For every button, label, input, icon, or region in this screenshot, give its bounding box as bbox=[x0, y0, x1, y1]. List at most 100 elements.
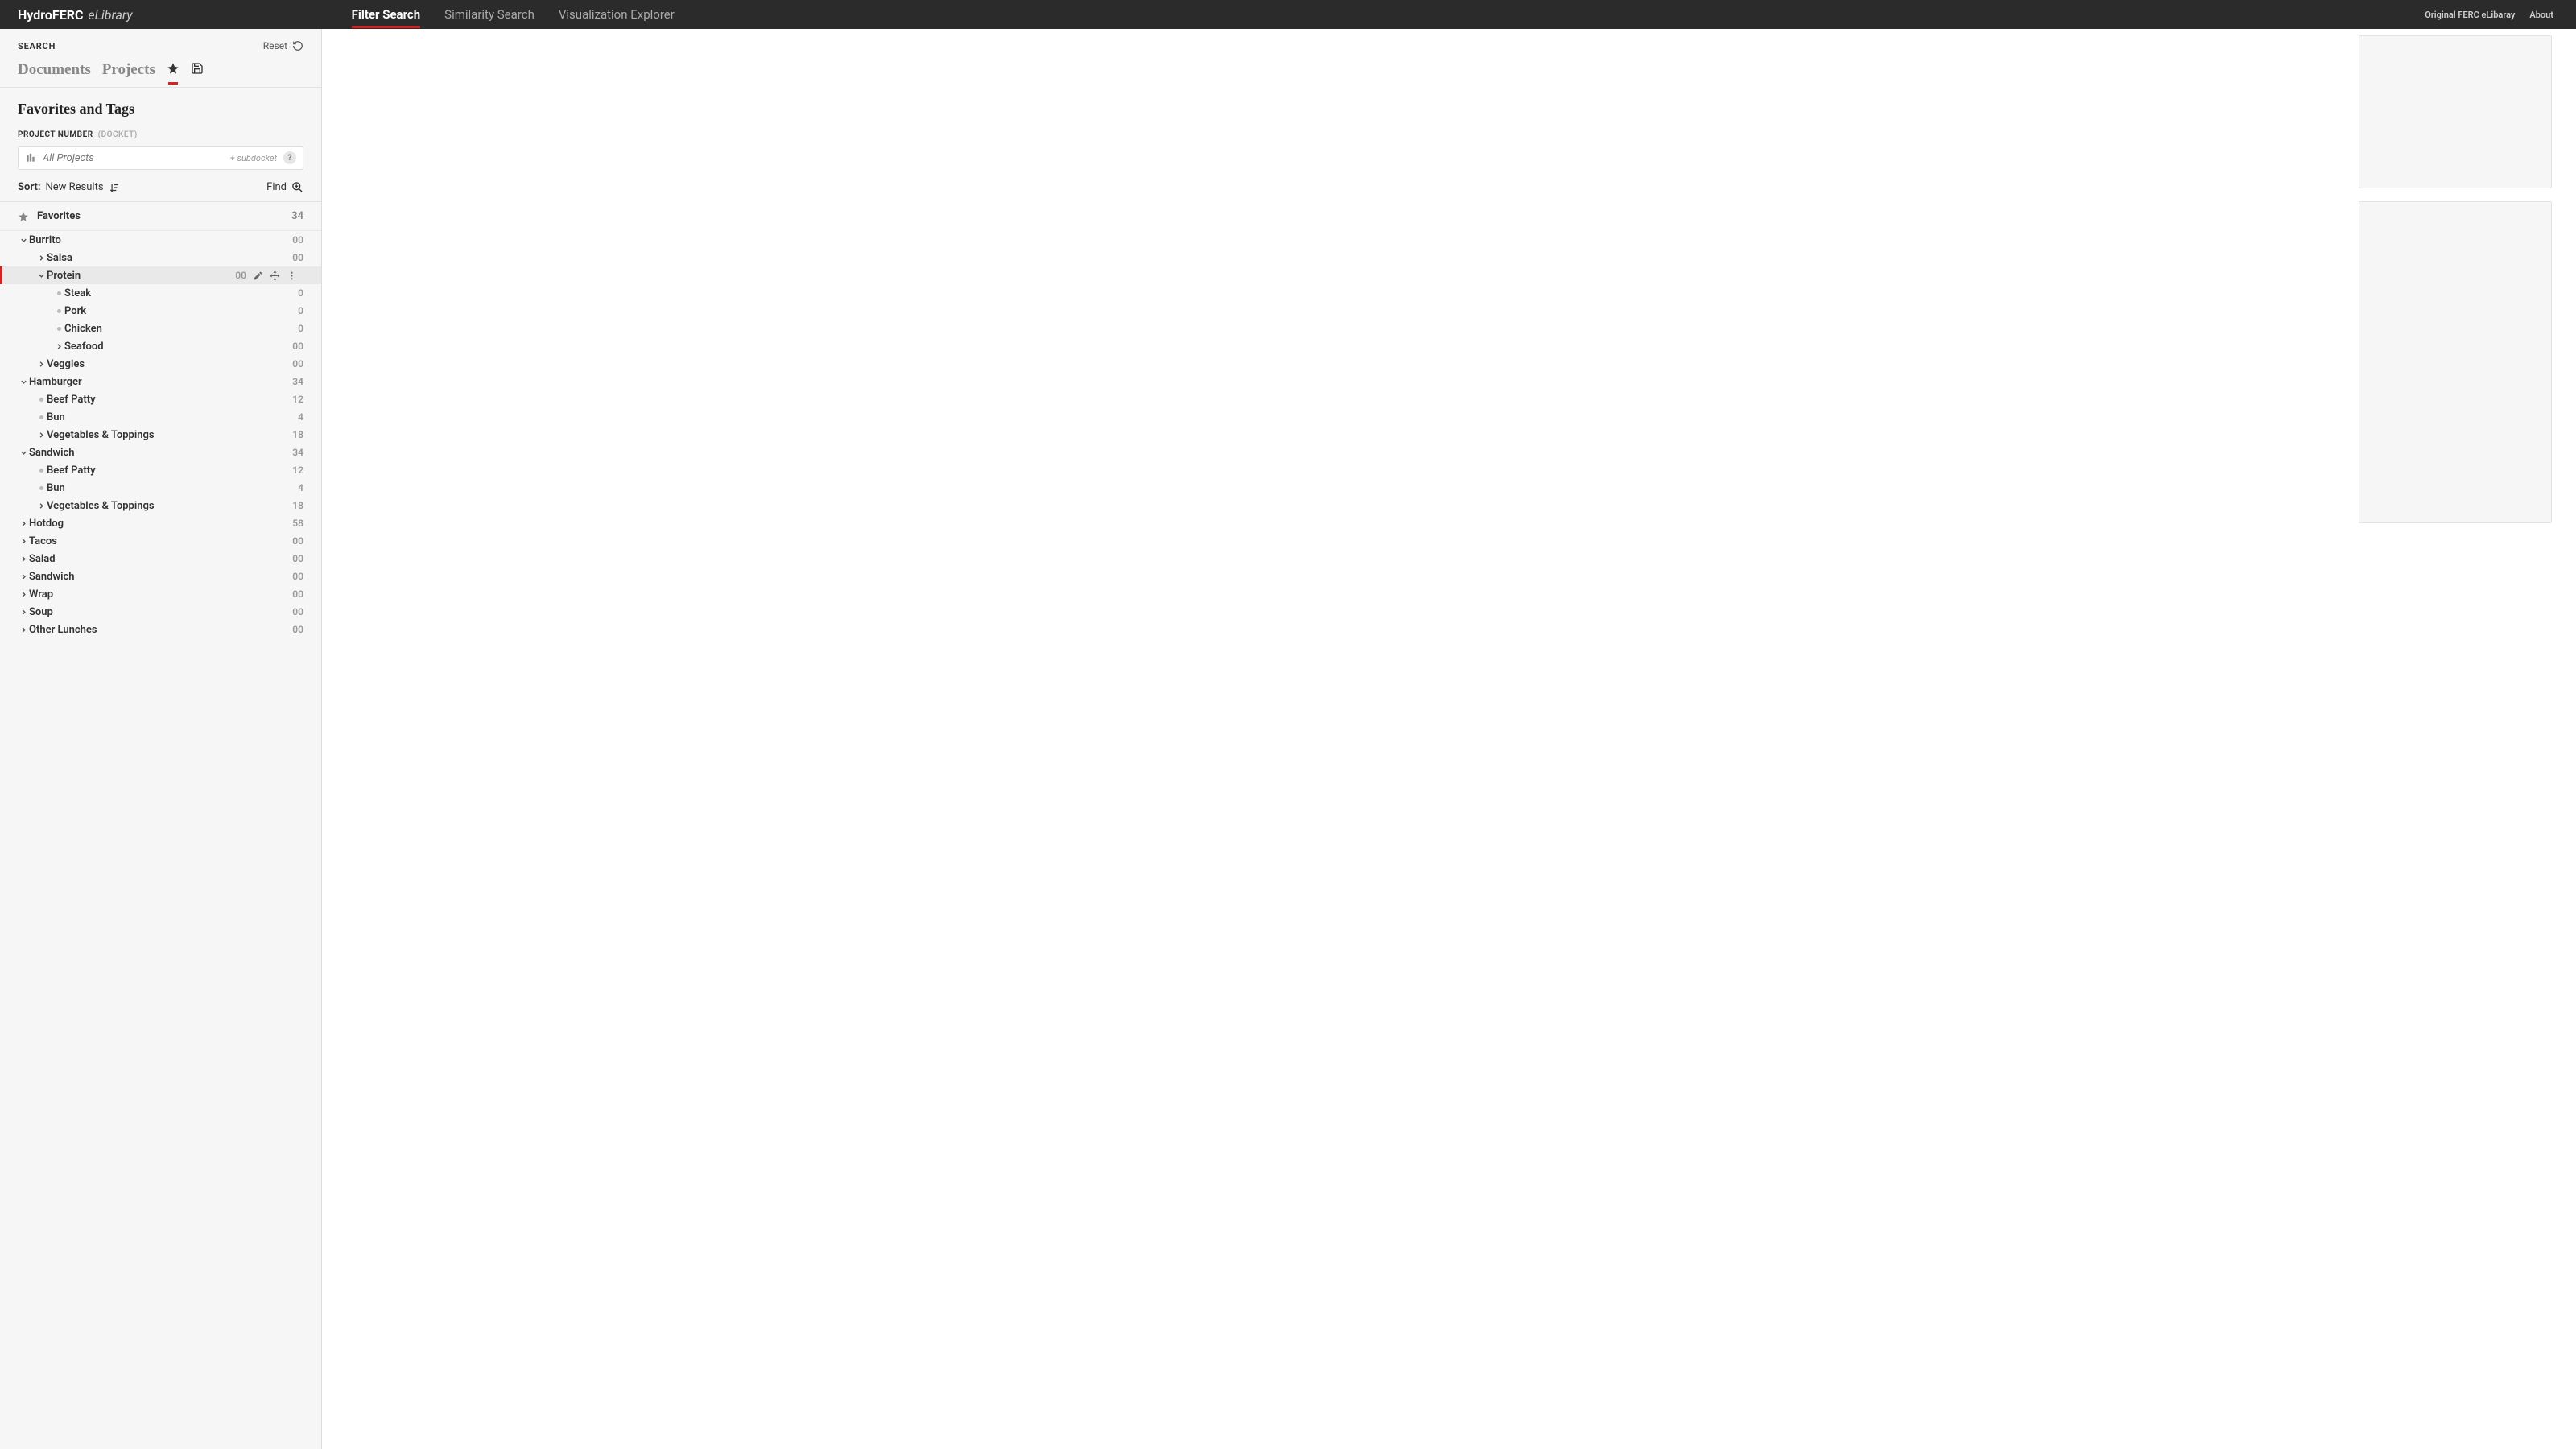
chevron-down-icon[interactable] bbox=[18, 236, 29, 245]
edit-icon[interactable] bbox=[253, 270, 263, 281]
chevron-down-icon[interactable] bbox=[18, 448, 29, 457]
chevron-right-icon[interactable] bbox=[53, 342, 64, 351]
tree-node-count: 00 bbox=[292, 606, 303, 617]
tree-node[interactable]: Salad00 bbox=[0, 550, 321, 568]
move-icon[interactable] bbox=[270, 270, 280, 281]
tree-node[interactable]: Hamburger 34 bbox=[0, 373, 321, 390]
top-links: Original FERC eLibaray About bbox=[2425, 10, 2576, 20]
tab-filter-search[interactable]: Filter Search bbox=[352, 1, 421, 28]
tree-node-label: Burrito bbox=[29, 234, 61, 246]
link-original-ferc[interactable]: Original FERC eLibaray bbox=[2425, 10, 2515, 20]
chevron-right-icon[interactable] bbox=[18, 537, 29, 546]
project-number-label: PROJECT NUMBER (DOCKET) bbox=[0, 121, 321, 139]
tab-visualization-explorer[interactable]: Visualization Explorer bbox=[559, 1, 675, 28]
sidebar-tab-documents[interactable]: Documents bbox=[18, 61, 91, 79]
kebab-icon[interactable] bbox=[287, 270, 297, 281]
tree-node[interactable]: Salsa00 bbox=[0, 249, 321, 266]
chevron-right-icon[interactable] bbox=[35, 360, 47, 369]
favorites-tree: Burrito00Salsa00Protein00Steak0Pork0Chic… bbox=[0, 231, 321, 638]
chevron-right-icon[interactable] bbox=[18, 555, 29, 564]
favorites-header[interactable]: Favorites 34 bbox=[0, 202, 321, 231]
tree-node[interactable]: Seafood00 bbox=[0, 337, 321, 355]
tree-node-count: 00 bbox=[292, 571, 303, 582]
chevron-down-icon[interactable] bbox=[18, 378, 29, 386]
tree-node-count: 00 bbox=[292, 358, 303, 369]
right-panels bbox=[2359, 35, 2552, 523]
tree-node[interactable]: Tacos 00 bbox=[0, 532, 321, 550]
star-icon bbox=[167, 62, 180, 75]
brand-subtitle: eLibrary bbox=[88, 7, 132, 23]
tree-node[interactable]: Soup 00 bbox=[0, 603, 321, 621]
tree-node-label: Beef Patty bbox=[47, 464, 96, 477]
link-about[interactable]: About bbox=[2529, 10, 2553, 20]
sort-control[interactable]: Sort: New Results bbox=[18, 181, 120, 193]
help-icon[interactable]: ? bbox=[283, 151, 296, 164]
project-number-input-wrap[interactable]: + subdocket ? bbox=[18, 146, 303, 170]
tree-node-count: 12 bbox=[292, 394, 303, 405]
find-button[interactable]: Find bbox=[266, 181, 303, 193]
chevron-right-icon[interactable] bbox=[35, 254, 47, 262]
bullet-icon bbox=[53, 309, 64, 313]
reset-icon bbox=[292, 40, 303, 52]
panel-card-2 bbox=[2359, 201, 2552, 523]
tree-node[interactable]: Vegetables & Toppings18 bbox=[0, 426, 321, 444]
tree-node-label: Vegetables & Toppings bbox=[47, 500, 155, 512]
tree-node-count: 18 bbox=[292, 429, 303, 440]
chevron-right-icon[interactable] bbox=[18, 625, 29, 634]
tree-node-count: 18 bbox=[292, 500, 303, 511]
chevron-right-icon[interactable] bbox=[18, 572, 29, 581]
tree-node-count: 0 bbox=[298, 305, 303, 316]
tree-node[interactable]: Pork 0 bbox=[0, 302, 321, 320]
tree-node[interactable]: Other Lunches00 bbox=[0, 621, 321, 638]
tree-node[interactable]: Beef Patty12 bbox=[0, 390, 321, 408]
tree-node[interactable]: Sandwich 00 bbox=[0, 568, 321, 585]
tree-node-label: Other Lunches bbox=[29, 624, 97, 636]
sidebar-tab-favorites[interactable] bbox=[167, 62, 180, 78]
tree-node-label: Sandwich bbox=[29, 571, 75, 583]
chevron-right-icon[interactable] bbox=[18, 519, 29, 528]
chevron-right-icon[interactable] bbox=[35, 502, 47, 510]
topbar: HydroFERC eLibrary Filter Search Similar… bbox=[0, 0, 2576, 29]
tree-node-count: 58 bbox=[292, 518, 303, 529]
brand: HydroFERC eLibrary bbox=[0, 7, 151, 23]
tree-node-count: 00 bbox=[292, 535, 303, 547]
chevron-down-icon[interactable] bbox=[35, 271, 47, 280]
tree-node[interactable]: Chicken0 bbox=[0, 320, 321, 337]
tree-node-label: Pork bbox=[64, 305, 86, 317]
subdocket-label[interactable]: + subdocket bbox=[230, 153, 277, 163]
project-number-input[interactable] bbox=[43, 152, 224, 164]
tree-node[interactable]: Burrito 00 bbox=[0, 231, 321, 249]
tree-node-count: 34 bbox=[292, 376, 303, 387]
tree-node-count: 00 bbox=[292, 234, 303, 246]
tab-similarity-search[interactable]: Similarity Search bbox=[444, 1, 535, 28]
tree-node-label: Sandwich bbox=[29, 447, 75, 459]
tree-node-label: Salsa bbox=[47, 252, 72, 264]
tree-node[interactable]: Bun4 bbox=[0, 479, 321, 497]
tree-node[interactable]: Wrap00 bbox=[0, 585, 321, 603]
tree-node[interactable]: Steak0 bbox=[0, 284, 321, 302]
chevron-right-icon[interactable] bbox=[18, 590, 29, 599]
tree-node[interactable]: Vegetables & Toppings 18 bbox=[0, 497, 321, 514]
tree-node[interactable]: Hotdog58 bbox=[0, 514, 321, 532]
tree-node-count: 00 bbox=[292, 341, 303, 352]
tree-node-count: 0 bbox=[298, 323, 303, 334]
tree-node-label: Tacos bbox=[29, 535, 57, 547]
chevron-right-icon[interactable] bbox=[35, 431, 47, 440]
tree-node-label: Bun bbox=[47, 411, 65, 423]
tree-node-count: 12 bbox=[292, 464, 303, 476]
bullet-icon bbox=[35, 469, 47, 473]
tree-node[interactable]: Bun4 bbox=[0, 408, 321, 426]
tree-node-label: Soup bbox=[29, 606, 53, 618]
sidebar-tab-saved[interactable] bbox=[191, 62, 204, 78]
sidebar-tab-projects[interactable]: Projects bbox=[102, 61, 155, 79]
tree-node-count: 00 bbox=[292, 553, 303, 564]
sort-icon bbox=[109, 182, 120, 193]
content-area bbox=[322, 29, 2576, 1449]
tree-node-label: Hamburger bbox=[29, 376, 82, 388]
tree-node[interactable]: Veggies00 bbox=[0, 355, 321, 373]
chevron-right-icon[interactable] bbox=[18, 608, 29, 617]
tree-node[interactable]: Protein00 bbox=[0, 266, 321, 284]
tree-node[interactable]: Beef Patty 12 bbox=[0, 461, 321, 479]
reset-button[interactable]: Reset bbox=[263, 40, 303, 52]
tree-node[interactable]: Sandwich34 bbox=[0, 444, 321, 461]
